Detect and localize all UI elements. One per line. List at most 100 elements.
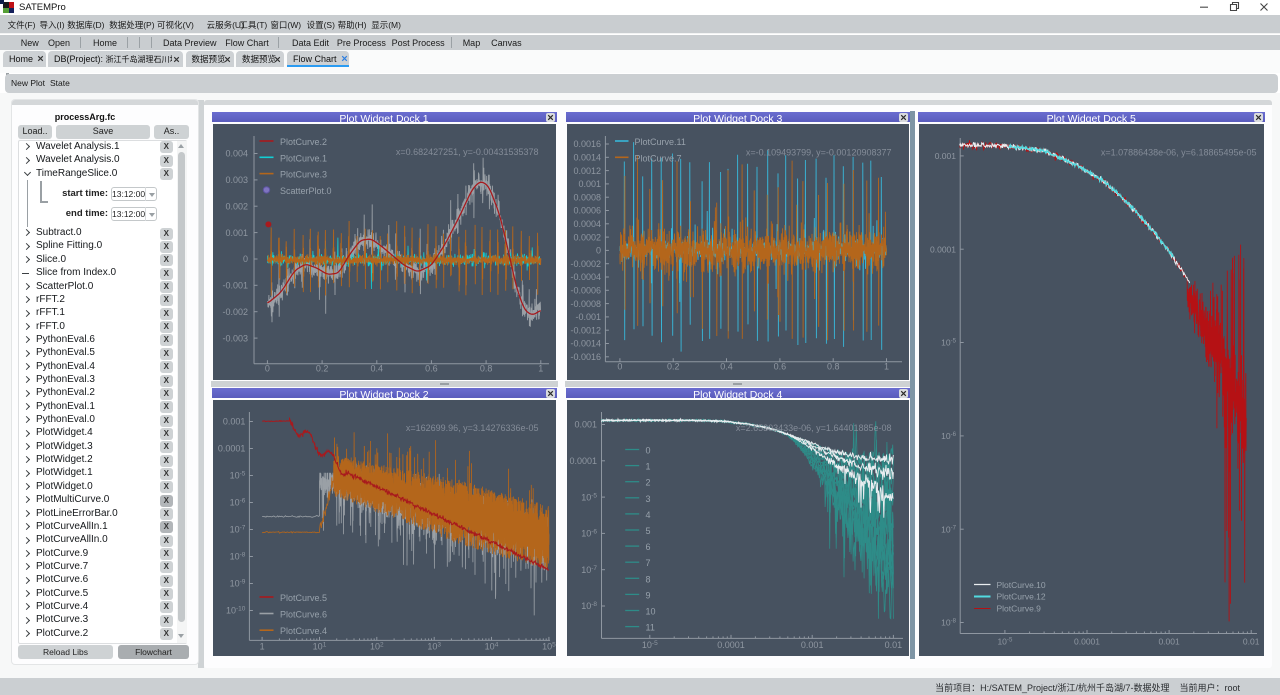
svg-text:x=2.65303433e-06, y=1.64401885: x=2.65303433e-06, y=1.64401885e-08 (735, 423, 891, 433)
svg-text:-0.0016: -0.0016 (570, 352, 601, 362)
svg-text:-0.0008: -0.0008 (570, 298, 601, 308)
svg-text:10-7: 10-7 (229, 524, 245, 534)
svg-text:1: 1 (883, 361, 888, 371)
svg-text:PlotCurve.4: PlotCurve.4 (280, 626, 327, 636)
svg-text:10-8: 10-8 (941, 617, 956, 627)
svg-text:101: 101 (312, 641, 326, 651)
svg-text:7: 7 (645, 558, 650, 568)
svg-text:0.001: 0.001 (800, 639, 823, 649)
svg-text:0.001: 0.001 (222, 416, 245, 426)
svg-text:0.0008: 0.0008 (573, 192, 601, 202)
svg-text:PlotCurve.6: PlotCurve.6 (280, 609, 327, 619)
svg-text:0.0001: 0.0001 (217, 443, 245, 453)
svg-text:0.001: 0.001 (574, 419, 597, 429)
svg-text:9: 9 (645, 590, 650, 600)
svg-text:PlotCurve.12: PlotCurve.12 (996, 591, 1045, 601)
svg-text:10-7: 10-7 (941, 524, 956, 534)
svg-text:0.0002: 0.0002 (573, 232, 601, 242)
svg-text:PlotCurve.3: PlotCurve.3 (280, 169, 327, 179)
svg-text:0.2: 0.2 (315, 363, 328, 373)
svg-text:0.0001: 0.0001 (569, 456, 597, 466)
svg-text:PlotCurve.1: PlotCurve.1 (280, 153, 327, 163)
svg-text:10-8: 10-8 (229, 551, 245, 561)
svg-text:11: 11 (645, 622, 654, 632)
svg-text:0.4: 0.4 (720, 361, 733, 371)
svg-text:-0.0012: -0.0012 (570, 325, 601, 335)
svg-text:0.001: 0.001 (934, 151, 956, 161)
svg-text:-0.001: -0.001 (222, 280, 248, 290)
svg-text:-0.003: -0.003 (222, 333, 248, 343)
svg-text:x=1.07886438e-06, y=6.18865495: x=1.07886438e-06, y=6.18865495e-05 (1100, 147, 1256, 157)
svg-text:102: 102 (369, 641, 383, 651)
svg-text:0: 0 (595, 245, 600, 255)
svg-text:10-10: 10-10 (225, 605, 245, 615)
svg-text:10-6: 10-6 (581, 528, 597, 538)
svg-text:-0.002: -0.002 (222, 306, 248, 316)
svg-text:0.002: 0.002 (225, 201, 248, 211)
svg-text:10: 10 (645, 606, 655, 616)
svg-text:10-7: 10-7 (581, 564, 597, 574)
svg-text:104: 104 (484, 641, 498, 651)
svg-text:0.01: 0.01 (1242, 636, 1259, 646)
svg-text:2: 2 (645, 477, 650, 487)
svg-text:0.0006: 0.0006 (573, 205, 601, 215)
svg-text:0.01: 0.01 (884, 639, 902, 649)
svg-text:x=-0.109493799, y=-0.001209083: x=-0.109493799, y=-0.00120908377 (745, 147, 891, 157)
svg-text:3: 3 (645, 493, 650, 503)
svg-text:10-5: 10-5 (229, 470, 245, 480)
svg-text:1: 1 (645, 461, 650, 471)
svg-text:0.0014: 0.0014 (573, 152, 601, 162)
svg-text:PlotCurve.11: PlotCurve.11 (634, 137, 685, 147)
svg-text:0.0001: 0.0001 (717, 639, 745, 649)
svg-text:0: 0 (242, 254, 247, 264)
svg-text:1: 1 (259, 641, 264, 651)
svg-text:10-5: 10-5 (641, 639, 657, 649)
svg-text:0.001: 0.001 (578, 179, 601, 189)
svg-text:0.0016: 0.0016 (573, 139, 601, 149)
svg-text:4: 4 (645, 509, 650, 519)
svg-text:10-6: 10-6 (941, 431, 956, 441)
svg-text:103: 103 (427, 641, 441, 651)
svg-text:-0.0004: -0.0004 (570, 272, 601, 282)
svg-text:0: 0 (264, 363, 269, 373)
svg-text:6: 6 (645, 542, 650, 552)
svg-text:10-9: 10-9 (229, 578, 245, 588)
svg-text:0.8: 0.8 (826, 361, 839, 371)
svg-text:0.004: 0.004 (225, 148, 248, 158)
svg-text:-0.0006: -0.0006 (570, 285, 601, 295)
svg-text:-0.0014: -0.0014 (570, 338, 601, 348)
svg-text:10-5: 10-5 (941, 337, 956, 347)
svg-text:0.4: 0.4 (370, 363, 383, 373)
svg-text:0.6: 0.6 (425, 363, 438, 373)
svg-text:0.0001: 0.0001 (930, 244, 956, 254)
svg-text:ScatterPlot.0: ScatterPlot.0 (280, 185, 332, 195)
svg-text:PlotCurve.9: PlotCurve.9 (996, 603, 1041, 613)
svg-text:0.0001: 0.0001 (1074, 636, 1100, 646)
svg-text:10-8: 10-8 (581, 601, 597, 611)
svg-text:0.0004: 0.0004 (573, 219, 601, 229)
svg-text:5: 5 (645, 526, 650, 536)
svg-text:PlotCurve.5: PlotCurve.5 (280, 593, 327, 603)
svg-text:PlotCurve.2: PlotCurve.2 (280, 137, 327, 147)
svg-text:0.003: 0.003 (225, 175, 248, 185)
svg-text:0.6: 0.6 (773, 361, 786, 371)
svg-text:PlotCurve.10: PlotCurve.10 (996, 580, 1045, 590)
svg-text:10-5: 10-5 (581, 492, 597, 502)
svg-text:1: 1 (538, 363, 543, 373)
svg-text:x=162699.96, y=3.14276336e-05: x=162699.96, y=3.14276336e-05 (405, 423, 538, 433)
svg-text:0.8: 0.8 (479, 363, 492, 373)
svg-text:0.0012: 0.0012 (573, 165, 601, 175)
svg-text:8: 8 (645, 574, 650, 584)
svg-text:-0.001: -0.001 (575, 312, 601, 322)
svg-text:0.001: 0.001 (225, 227, 248, 237)
svg-text:PlotCurve.7: PlotCurve.7 (634, 153, 681, 163)
svg-text:0.001: 0.001 (1158, 636, 1180, 646)
svg-text:10-5: 10-5 (997, 636, 1012, 646)
svg-text:0: 0 (645, 445, 650, 455)
svg-text:x=0.682427251, y=-0.0043153537: x=0.682427251, y=-0.00431535378 (395, 147, 538, 157)
svg-text:-0.0002: -0.0002 (570, 258, 601, 268)
svg-text:10-6: 10-6 (229, 497, 245, 507)
svg-text:105: 105 (542, 641, 556, 651)
svg-text:0: 0 (617, 361, 622, 371)
svg-text:0.2: 0.2 (666, 361, 679, 371)
